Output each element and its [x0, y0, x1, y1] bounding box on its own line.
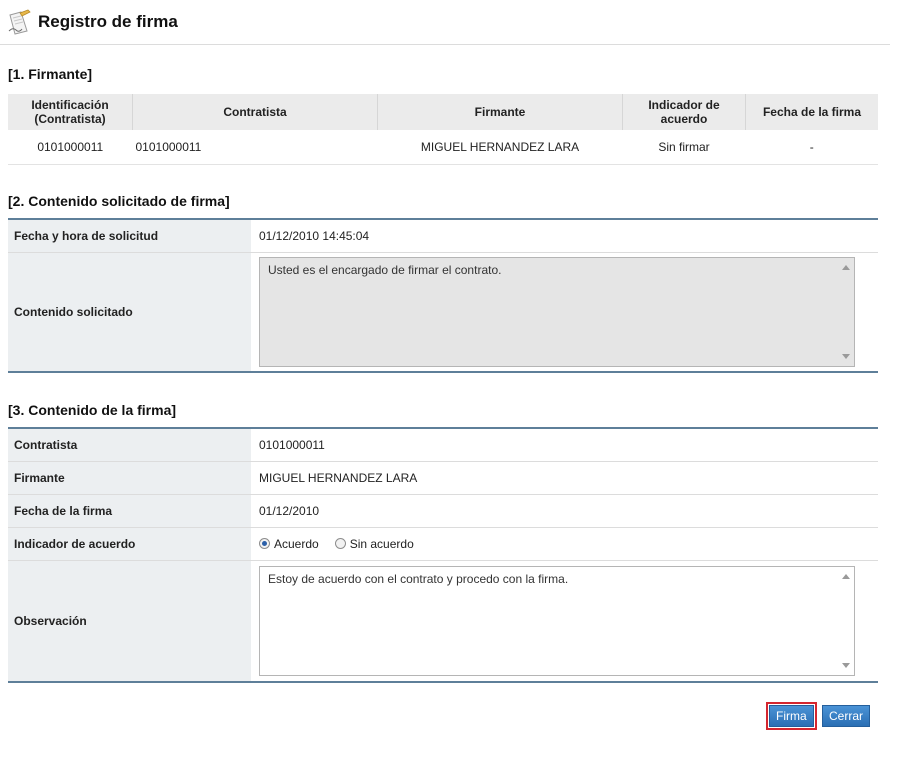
radio-acuerdo-label[interactable]: Acuerdo [274, 537, 319, 551]
contenido-solicitado-text: Usted es el encargado de firmar el contr… [268, 262, 502, 277]
column-header-indicador: Indicador de acuerdo [622, 94, 746, 130]
fecha-firma-value: 01/12/2010 [251, 494, 878, 528]
title-bar: Registro de firma [0, 0, 890, 45]
section-contenido-solicitado-title: [2. Contenido solicitado de firma] [8, 193, 230, 209]
textarea-scrollbar[interactable] [838, 567, 854, 675]
firmante-label: Firmante [8, 461, 251, 495]
firma-button[interactable]: Firma [766, 702, 817, 730]
page-title: Registro de firma [38, 12, 178, 31]
contenido-firma-form: Contratista 0101000011 Firmante MIGUEL H… [8, 427, 878, 683]
scroll-up-arrow-icon[interactable] [842, 573, 850, 579]
contenido-solicitado-form: Fecha y hora de solicitud 01/12/2010 14:… [8, 218, 878, 373]
contratista-value: 0101000011 [251, 428, 878, 462]
fecha-solicitud-value: 01/12/2010 14:45:04 [251, 219, 878, 253]
fecha-solicitud-label: Fecha y hora de solicitud [8, 219, 251, 253]
scroll-down-arrow-icon[interactable] [842, 662, 850, 668]
indicador-acuerdo-label: Indicador de acuerdo [8, 527, 251, 561]
fecha-firma-label: Fecha de la firma [8, 494, 251, 528]
section-contenido-firma-title: [3. Contenido de la firma] [8, 402, 177, 418]
document-sign-icon [8, 9, 31, 35]
acuerdo-radio-group: Acuerdo Sin acuerdo [259, 537, 877, 551]
scroll-down-arrow-icon[interactable] [842, 353, 850, 359]
radio-acuerdo[interactable] [259, 538, 270, 549]
observacion-text[interactable]: Estoy de acuerdo con el contrato y proce… [268, 572, 568, 586]
firmante-value: MIGUEL HERNANDEZ LARA [251, 461, 878, 495]
scroll-up-arrow-icon[interactable] [842, 264, 850, 270]
cell-identificacion: 0101000011 [8, 130, 133, 165]
table-row: 0101000011 0101000011 MIGUEL HERNANDEZ L… [8, 130, 878, 165]
cell-indicador: Sin firmar [622, 130, 746, 165]
textarea-scrollbar[interactable] [838, 258, 854, 366]
contenido-solicitado-label: Contenido solicitado [8, 252, 251, 373]
column-header-firmante: Firmante [377, 94, 623, 130]
column-header-identificacion: Identificación (Contratista) [8, 94, 133, 130]
contenido-solicitado-textarea: Usted es el encargado de firmar el contr… [259, 256, 855, 367]
column-header-contratista: Contratista [132, 94, 378, 130]
cell-fecha: - [745, 130, 878, 165]
cell-contratista: 0101000011 [132, 130, 378, 165]
firmante-table: Identificación (Contratista) Contratista… [8, 94, 878, 165]
radio-sin-acuerdo-label[interactable]: Sin acuerdo [350, 537, 414, 551]
observacion-textarea[interactable]: Estoy de acuerdo con el contrato y proce… [259, 565, 855, 676]
signature-registration-window: Registro de firma [1. Firmante] Identifi… [0, 0, 890, 730]
column-header-fecha: Fecha de la firma [745, 94, 878, 130]
observacion-label: Observación [8, 560, 251, 683]
section-firmante-title: [1. Firmante] [8, 66, 93, 82]
radio-sin-acuerdo[interactable] [334, 538, 346, 549]
cell-firmante: MIGUEL HERNANDEZ LARA [377, 130, 623, 165]
contratista-label: Contratista [8, 428, 251, 462]
cerrar-button[interactable]: Cerrar [822, 705, 871, 727]
